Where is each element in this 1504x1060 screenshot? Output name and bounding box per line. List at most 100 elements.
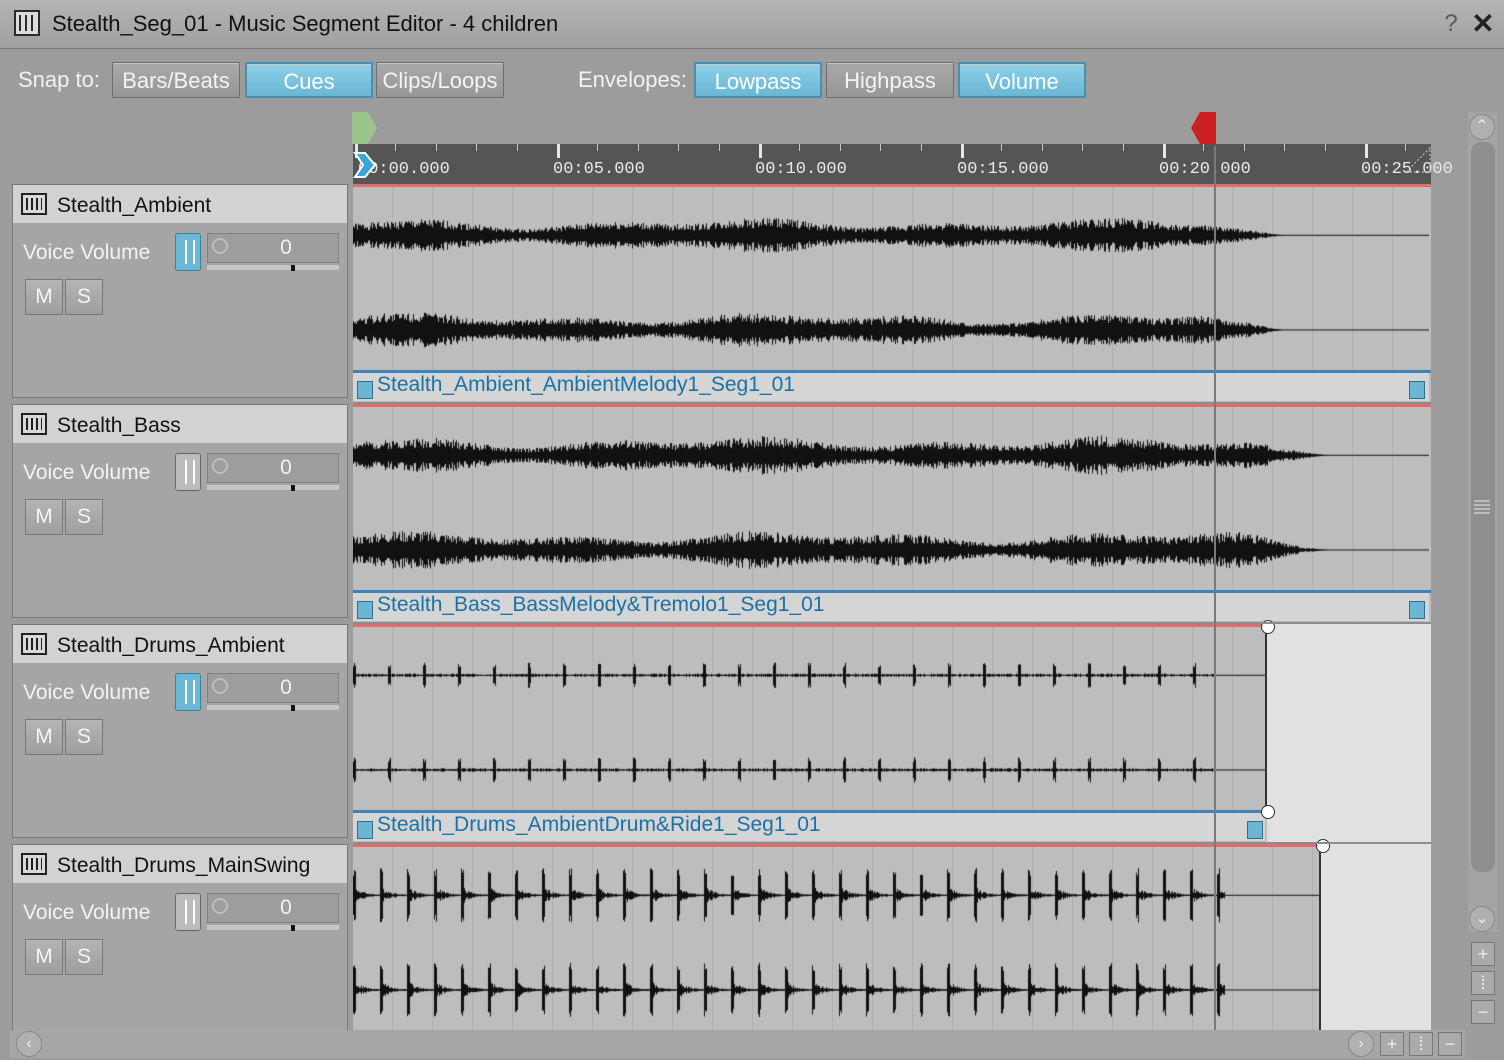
clip-end-line <box>1265 626 1267 812</box>
scroll-down-icon[interactable]: ⌄ <box>1469 906 1495 932</box>
lane-separator <box>353 622 1431 624</box>
clip-start-handle[interactable] <box>357 381 373 399</box>
voice-volume-input[interactable]: 0 <box>207 893 339 923</box>
zoom-out-icon[interactable]: − <box>1471 1000 1495 1024</box>
clip-end-handle[interactable] <box>1409 601 1425 619</box>
clip-start-handle[interactable] <box>357 821 373 839</box>
horizontal-scrollbar[interactable] <box>10 1030 1465 1058</box>
ruler-tick <box>476 144 477 151</box>
voice-volume-label: Voice Volume <box>23 241 151 264</box>
voice-volume-label: Voice Volume <box>23 901 151 924</box>
volume-envelope-toggle[interactable] <box>175 893 201 931</box>
ruler-tick <box>395 144 396 151</box>
empty-lane-region[interactable] <box>1321 844 1431 1030</box>
mute-button[interactable]: M <box>25 939 63 975</box>
snap-bars-beats-button[interactable]: Bars/Beats <box>112 62 240 98</box>
h-zoom-fit-icon[interactable]: ⁞ <box>1409 1032 1433 1056</box>
envelope-line[interactable] <box>353 844 1321 847</box>
solo-button[interactable]: S <box>65 719 103 755</box>
clip-name[interactable]: Stealth_Bass_BassMelody&Tremolo1_Seg1_01 <box>377 593 825 617</box>
zoom-fit-icon[interactable]: ⁞ <box>1471 971 1495 995</box>
entry-cue-marker[interactable] <box>350 110 380 146</box>
clip-name[interactable]: Stealth_Drums_AmbientDrum&Ride1_Seg1_01 <box>377 813 821 837</box>
volume-envelope-toggle[interactable] <box>175 453 201 491</box>
track-header-stealth-drums-mainswing[interactable]: Stealth_Drums_MainSwing Voice Volume 0 M… <box>12 844 348 1034</box>
track-lanes[interactable]: Stealth_Ambient_AmbientMelody1_Seg1_01 S… <box>353 184 1431 1030</box>
waveform-drums-mainswing <box>353 848 1321 1030</box>
clip-name[interactable]: Stealth_Ambient_AmbientMelody1_Seg1_01 <box>377 373 795 397</box>
voice-volume-slider-thumb[interactable] <box>291 265 295 271</box>
track-header-stealth-ambient[interactable]: Stealth_Ambient Voice Volume 0 M S <box>12 184 348 398</box>
playhead-marker[interactable] <box>351 150 381 180</box>
envelope-lowpass-button[interactable]: Lowpass <box>694 62 822 98</box>
lane-separator <box>353 402 1431 404</box>
track-header-stealth-bass[interactable]: Stealth_Bass Voice Volume 0 M S <box>12 404 348 618</box>
track-name: Stealth_Bass <box>57 414 181 437</box>
h-zoom-in-icon[interactable]: + <box>1380 1032 1404 1056</box>
solo-button[interactable]: S <box>65 939 103 975</box>
voice-volume-input[interactable]: 0 <box>207 673 339 703</box>
envelope-highpass-button[interactable]: Highpass <box>826 62 954 98</box>
envelope-line[interactable] <box>353 624 1267 627</box>
dial-icon <box>212 238 228 254</box>
ruler-tick <box>1042 144 1043 151</box>
track-name: Stealth_Drums_Ambient <box>57 634 285 657</box>
voice-volume-slider[interactable] <box>207 265 339 270</box>
timeline-ruler[interactable] <box>353 144 1431 184</box>
playhead-line <box>1214 146 1216 1030</box>
envelope-volume-button[interactable]: Volume <box>958 62 1086 98</box>
track-header-stealth-drums-ambient[interactable]: Stealth_Drums_Ambient Voice Volume 0 M S <box>12 624 348 838</box>
voice-volume-label: Voice Volume <box>23 461 151 484</box>
voice-volume-slider[interactable] <box>207 925 339 930</box>
envelope-line[interactable] <box>353 184 1431 187</box>
dial-icon <box>212 898 228 914</box>
empty-lane-region[interactable] <box>1267 624 1431 844</box>
clip-end-handle[interactable] <box>1409 381 1425 399</box>
ruler-tick <box>1244 144 1245 151</box>
snap-clips-loops-button[interactable]: Clips/Loops <box>376 62 504 98</box>
mute-button[interactable]: M <box>25 719 63 755</box>
track-icon <box>21 633 47 655</box>
close-button[interactable]: ✕ <box>1468 10 1498 38</box>
scroll-up-icon[interactable]: ⌃ <box>1469 114 1495 140</box>
ruler-tick <box>1163 144 1166 158</box>
h-zoom-out-icon[interactable]: − <box>1438 1032 1462 1056</box>
ruler-tick <box>1082 144 1083 151</box>
voice-volume-slider[interactable] <box>207 705 339 710</box>
waveform-bass <box>353 408 1429 590</box>
ruler-tick <box>799 144 800 151</box>
volume-envelope-toggle[interactable] <box>175 673 201 711</box>
mute-button[interactable]: M <box>25 279 63 315</box>
voice-volume-input[interactable]: 0 <box>207 233 339 263</box>
clip-end-knob[interactable] <box>1261 805 1275 819</box>
tick-label: 00:10.000 <box>755 160 847 179</box>
voice-volume-slider[interactable] <box>207 485 339 490</box>
dial-icon <box>212 678 228 694</box>
voice-volume-slider-thumb[interactable] <box>291 485 295 491</box>
tick-label: 00:05.000 <box>553 160 645 179</box>
snap-cues-button[interactable]: Cues <box>245 62 373 98</box>
solo-button[interactable]: S <box>65 499 103 535</box>
exit-cue-marker[interactable] <box>1188 110 1218 146</box>
voice-volume-input[interactable]: 0 <box>207 453 339 483</box>
ruler-tick <box>1284 144 1285 151</box>
help-button[interactable]: ? <box>1438 10 1464 38</box>
segment-editor-icon <box>14 10 40 36</box>
volume-envelope-toggle[interactable] <box>175 233 201 271</box>
voice-volume-slider-thumb[interactable] <box>291 925 295 931</box>
track-name: Stealth_Ambient <box>57 194 212 217</box>
zoom-in-icon[interactable]: + <box>1471 942 1495 966</box>
solo-button[interactable]: S <box>65 279 103 315</box>
tick-label: 00:15.000 <box>957 160 1049 179</box>
waveform-drums-ambient <box>353 628 1267 810</box>
ruler-tick <box>759 144 762 158</box>
clip-start-handle[interactable] <box>357 601 373 619</box>
scroll-right-icon[interactable]: › <box>1348 1031 1374 1057</box>
dial-icon <box>212 458 228 474</box>
envelope-line[interactable] <box>353 404 1431 407</box>
voice-volume-slider-thumb[interactable] <box>291 705 295 711</box>
mute-button[interactable]: M <box>25 499 63 535</box>
snap-to-label: Snap to: <box>18 67 100 92</box>
clip-end-handle[interactable] <box>1247 821 1263 839</box>
scroll-left-icon[interactable]: ‹ <box>16 1031 42 1057</box>
